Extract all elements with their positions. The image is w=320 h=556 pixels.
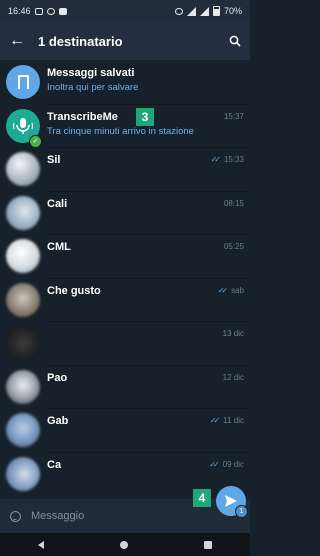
nav-back-icon[interactable] (38, 540, 44, 549)
chat-row-saved-messages[interactable]: Messaggi salvati Inoltra qui per salvare (0, 60, 250, 104)
avatar (6, 65, 40, 99)
nav-home-icon[interactable] (120, 540, 128, 549)
circle-notification-icon (46, 7, 55, 15)
chat-name: CML (47, 241, 71, 253)
message-input[interactable]: Messaggio (31, 510, 84, 522)
chat-time: 12 dic (222, 372, 244, 382)
step-badge-3: 3 (136, 107, 154, 126)
send-button[interactable]: 1 (216, 486, 248, 518)
step-badge-4: 4 (193, 489, 211, 507)
chat-list: Messaggi salvati Inoltra qui per salvare… (0, 60, 250, 495)
chat-preview: Inoltra qui per salvare (47, 82, 139, 93)
chat-time: 15:37 (223, 111, 244, 121)
chat-row-transcribeme[interactable]: ✓ TranscribeMe Tra cinque minuti arrivo … (0, 103, 250, 148)
avatar (6, 152, 40, 186)
chat-name: Ca (47, 458, 62, 471)
chat-row-cml[interactable]: CML 05:25 (0, 234, 250, 278)
chat-name: Pao (47, 371, 68, 384)
gallery-icon (34, 7, 43, 15)
avatar (6, 413, 40, 447)
chat-name: TranscribeMe (47, 110, 118, 123)
chat-time: ✓✓ 15:33 (210, 155, 244, 164)
microphone-icon (12, 117, 34, 134)
chat-row-gab[interactable]: Gab ✓✓ 11 dic (0, 408, 250, 452)
avatar (6, 195, 40, 230)
alarm-icon (174, 7, 183, 15)
avatar (6, 456, 40, 491)
back-arrow-icon[interactable]: ← (0, 32, 34, 50)
chat-time: 13 dic (222, 329, 244, 338)
send-count-badge: 1 (235, 505, 248, 518)
status-time: 16:46 (8, 6, 31, 16)
bookmark-icon (17, 75, 29, 93)
avatar (6, 282, 40, 317)
message-composer: Messaggio (0, 499, 250, 533)
chat-name: Sil (47, 154, 61, 166)
chat-row-pao[interactable]: Pao 12 dic (0, 364, 250, 409)
wifi-icon (186, 6, 196, 16)
chat-row-che-gusto[interactable]: Che gusto ✓✓ sab (0, 277, 250, 322)
chat-time: 08:15 (223, 198, 244, 208)
read-check-icon: ✓✓ (217, 285, 229, 295)
chat-time: ✓✓ 09 dic (209, 459, 244, 469)
battery-percent: 70% (223, 6, 242, 16)
emoji-icon[interactable] (10, 510, 21, 522)
send-arrow-icon (225, 495, 237, 507)
page-title: 1 destinatario (38, 33, 123, 49)
avatar (6, 239, 40, 273)
app-bar: ← 1 destinatario (0, 22, 250, 60)
chat-name: Cali (47, 197, 68, 210)
chat-row-cali[interactable]: Cali 08:15 (0, 190, 250, 235)
selected-check-icon: ✓ (29, 134, 42, 148)
status-bar: 16:46 70% (0, 0, 250, 22)
cell-signal-icon (199, 6, 209, 16)
chat-time: ✓✓ sab (217, 285, 244, 295)
sd-card-icon (58, 7, 67, 15)
read-check-icon: ✓✓ (209, 416, 221, 425)
nav-recents-icon[interactable] (204, 540, 212, 549)
avatar (6, 326, 40, 360)
avatar (6, 369, 40, 404)
chat-row-sil[interactable]: Sil ✓✓ 15:33 (0, 147, 250, 191)
read-check-icon: ✓✓ (209, 459, 220, 469)
chat-time: 05:25 (223, 242, 244, 251)
battery-icon (212, 6, 220, 16)
read-check-icon: ✓✓ (210, 155, 222, 164)
system-nav-bar (0, 533, 250, 556)
chat-row-ca[interactable]: Ca ✓✓ 09 dic (0, 451, 250, 496)
search-icon[interactable] (220, 35, 250, 47)
chat-name: Che gusto (47, 284, 101, 297)
chat-time: ✓✓ 11 dic (209, 416, 244, 425)
chat-row-unnamed[interactable]: 13 dic (0, 321, 250, 365)
chat-preview: Tra cinque minuti arrivo in stazione (47, 125, 194, 137)
chat-name: Gab (47, 415, 69, 427)
chat-name: Messaggi salvati (47, 67, 135, 79)
